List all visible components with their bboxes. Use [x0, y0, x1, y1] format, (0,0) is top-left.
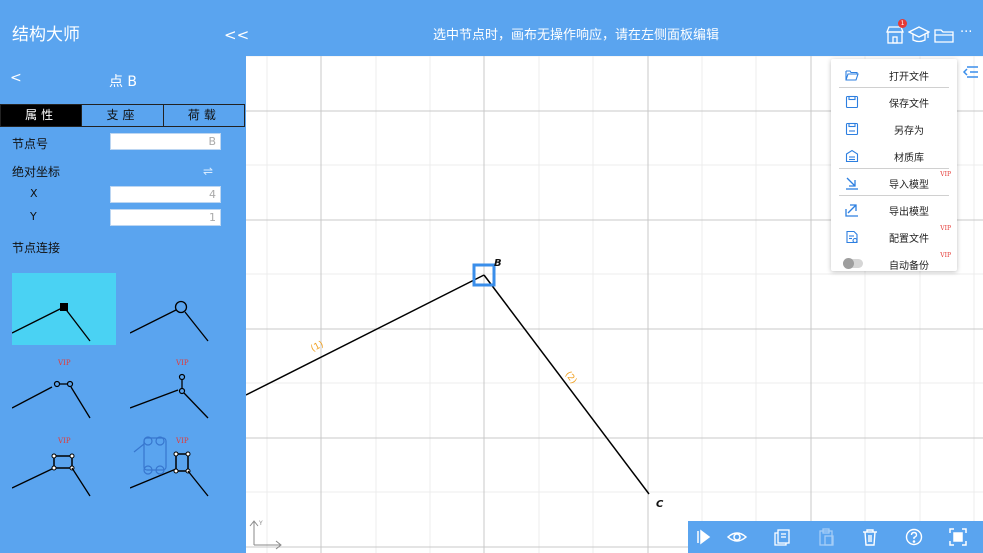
- vip-badge: VIP: [940, 171, 951, 178]
- menu-item-config-file[interactable]: 配置文件 VIP: [831, 223, 957, 250]
- slider-joint-icon: [129, 373, 209, 419]
- top-bar: 结构大师 << 选中节点时，画布无操作响应，请在左侧面板编辑 1 ···: [0, 0, 983, 56]
- menu-item-label: 导入模型: [889, 180, 929, 191]
- node-properties-panel: < 点 B 属性 支座 荷载 节点号 B 绝对坐标 ⇌ X 4 Y 1 节点连接: [0, 56, 246, 553]
- vip-badge: VIP: [940, 252, 951, 259]
- connection-label: 节点连接: [12, 241, 61, 255]
- menu-item-label: 配置文件: [889, 234, 929, 245]
- menu-item-auto-backup[interactable]: 自动备份 VIP: [831, 250, 957, 277]
- status-hint: 选中节点时，画布无操作响应，请在左侧面板编辑: [432, 28, 719, 43]
- menu-item-label: 另存为: [894, 126, 924, 137]
- app-root: B C (1) (2) Y 结构大师 << 选中节点时，画布无操作响应，请在左侧…: [0, 0, 983, 553]
- more-menu-button[interactable]: ···: [960, 24, 982, 46]
- box-link-joint-option[interactable]: [11, 434, 116, 506]
- tab-loads[interactable]: 荷载: [164, 105, 244, 126]
- menu-item-label: 打开文件: [889, 72, 929, 83]
- file-menu: 打开文件 保存文件 另存为 材质库 导入模型 VIP 导出模型 配置文件 VIP…: [831, 59, 957, 272]
- menu-item-save-file[interactable]: 保存文件: [831, 88, 957, 115]
- abs-coord-label: 绝对坐标: [12, 165, 61, 179]
- node-b-label: B: [494, 258, 502, 269]
- hinge-joint-icon: [129, 300, 209, 342]
- copy-icon[interactable]: [773, 528, 791, 546]
- save-icon: [845, 95, 859, 109]
- panel-tabs: 属性 支座 荷载: [0, 104, 245, 127]
- hinge-joint-option[interactable]: [129, 273, 234, 345]
- slider-joint-option[interactable]: [129, 356, 234, 428]
- play-icon[interactable]: [694, 528, 712, 546]
- link-joint-icon: [11, 380, 91, 419]
- import-icon: [846, 177, 858, 190]
- fit-view-icon[interactable]: [949, 528, 967, 546]
- outline-toggle-icon[interactable]: [961, 63, 979, 81]
- box-slider-joint-option[interactable]: [129, 434, 234, 506]
- rigid-joint-icon: [11, 303, 91, 342]
- node-id-field[interactable]: B: [110, 133, 221, 150]
- export-icon: [845, 204, 858, 217]
- paste-icon[interactable]: [817, 528, 835, 546]
- notification-badge: 1: [898, 19, 907, 28]
- tab-supports[interactable]: 支座: [82, 105, 164, 126]
- link-joint-option[interactable]: [11, 356, 116, 428]
- box-slider-joint-icon: [129, 436, 209, 497]
- graduation-cap-icon[interactable]: [907, 24, 931, 46]
- swap-coordinate-icon[interactable]: ⇌: [203, 164, 213, 178]
- collapse-panel-button[interactable]: <<: [224, 26, 249, 44]
- rigid-joint-option[interactable]: [11, 273, 116, 345]
- node-id-label: 节点号: [12, 137, 49, 151]
- app-title: 结构大师: [12, 25, 80, 45]
- x-coordinate-field[interactable]: 4: [110, 186, 221, 203]
- panel-title: 点 B: [108, 74, 138, 90]
- menu-item-save-as[interactable]: 另存为: [831, 115, 957, 142]
- help-icon[interactable]: [905, 528, 923, 546]
- vip-badge: VIP: [940, 225, 951, 232]
- box-link-joint-icon: [11, 453, 91, 497]
- x-label: X: [30, 187, 38, 200]
- config-file-icon: [846, 230, 858, 244]
- menu-item-open-file[interactable]: 打开文件: [831, 61, 957, 88]
- axis-y-label: Y: [259, 520, 263, 527]
- tab-properties[interactable]: 属性: [1, 105, 83, 126]
- auto-backup-toggle[interactable]: [843, 258, 863, 269]
- material-library-icon: [845, 149, 859, 163]
- eye-icon[interactable]: [726, 528, 748, 546]
- menu-item-label: 导出模型: [889, 207, 929, 218]
- menu-item-label: 保存文件: [889, 99, 929, 110]
- folder-open-icon: [845, 70, 859, 81]
- element-lines: [245, 274, 650, 495]
- menu-item-import-model[interactable]: 导入模型 VIP: [831, 169, 957, 196]
- save-as-icon: [845, 122, 859, 136]
- node-c-label: C: [656, 499, 664, 510]
- menu-item-label: 材质库: [894, 153, 924, 164]
- y-coordinate-field[interactable]: 1: [110, 209, 221, 226]
- menu-item-material-library[interactable]: 材质库: [831, 142, 957, 169]
- y-label: Y: [30, 210, 37, 223]
- menu-item-export-model[interactable]: 导出模型: [831, 196, 957, 223]
- bottom-toolbar: [688, 521, 983, 553]
- axis-origin: [249, 520, 282, 550]
- menu-item-label: 自动备份: [889, 261, 929, 272]
- folder-icon[interactable]: [933, 24, 955, 46]
- toggle-knob: [843, 258, 854, 269]
- trash-icon[interactable]: [861, 528, 879, 546]
